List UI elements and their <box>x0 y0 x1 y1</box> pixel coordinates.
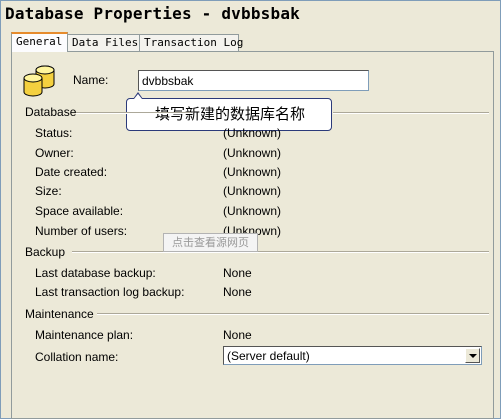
backup-group-divider <box>72 251 489 253</box>
title-bar: Database Properties - dvbbsbak <box>1 1 500 27</box>
name-label: Name: <box>73 73 109 87</box>
space-available-value: (Unknown) <box>223 204 282 218</box>
collation-select[interactable]: (Server default) <box>223 346 482 365</box>
collation-selected-value: (Server default) <box>227 349 310 363</box>
status-label: Status: <box>35 126 73 140</box>
properties-window: Database Properties - dvbbsbak General D… <box>0 0 501 419</box>
date-created-value: (Unknown) <box>223 165 282 179</box>
tab-data-files[interactable]: Data Files <box>67 34 140 51</box>
status-value: (Unknown) <box>223 126 282 140</box>
tab-general[interactable]: General <box>11 32 68 52</box>
callout-pointer-fill <box>134 94 142 99</box>
size-label: Size: <box>35 184 62 198</box>
space-available-label: Space available: <box>35 204 124 218</box>
database-group-divider-right <box>333 112 489 114</box>
maintenance-group-divider <box>97 313 489 315</box>
collation-dropdown-button[interactable] <box>465 348 480 363</box>
size-value: (Unknown) <box>223 184 282 198</box>
last-database-backup-value: None <box>223 266 252 280</box>
number-of-users-label: Number of users: <box>35 224 128 238</box>
maintenance-plan-value: None <box>223 328 252 342</box>
database-group-title: Database <box>25 105 77 119</box>
owner-value: (Unknown) <box>223 146 282 160</box>
backup-group-title: Backup <box>25 245 66 259</box>
database-name-input[interactable] <box>138 70 369 91</box>
database-icon <box>23 65 55 97</box>
collation-name-label: Collation name: <box>35 350 119 364</box>
maintenance-group-title: Maintenance <box>25 307 94 321</box>
database-group-divider <box>76 112 191 114</box>
window-title: Database Properties - dvbbsbak <box>5 4 300 23</box>
chevron-down-icon <box>469 354 477 358</box>
last-database-backup-label: Last database backup: <box>35 266 156 280</box>
owner-label: Owner: <box>35 146 74 160</box>
view-source-watermark: 点击查看源网页 <box>163 233 258 252</box>
last-log-backup-value: None <box>223 285 252 299</box>
date-created-label: Date created: <box>35 165 108 179</box>
tab-transaction-log[interactable]: Transaction Log <box>139 34 243 51</box>
maintenance-plan-label: Maintenance plan: <box>35 328 134 342</box>
last-log-backup-label: Last transaction log backup: <box>35 285 185 299</box>
